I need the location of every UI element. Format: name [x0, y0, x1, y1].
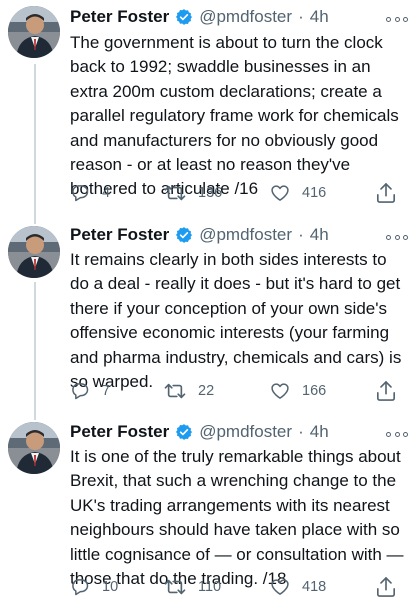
- share-button[interactable]: [376, 380, 396, 402]
- avatar-image: [8, 422, 60, 474]
- like-count: 166: [302, 383, 327, 399]
- tweet-thread: Peter Foster @pmdfoster · 4h The governm…: [0, 0, 416, 600]
- tweet-2[interactable]: Peter Foster @pmdfoster · 4h It remains …: [0, 220, 416, 405]
- reply-count: 7: [102, 383, 111, 399]
- avatar[interactable]: [8, 422, 60, 474]
- verified-badge-icon: [175, 423, 193, 441]
- tweet-timestamp[interactable]: 4h: [310, 7, 329, 27]
- author-name[interactable]: Peter Foster: [70, 225, 169, 245]
- retweet-button[interactable]: 136: [164, 183, 222, 203]
- author-handle[interactable]: @pmdfoster: [199, 7, 292, 27]
- tweet-3[interactable]: Peter Foster @pmdfoster · 4h It is one o…: [0, 414, 416, 600]
- like-count: 416: [302, 185, 327, 201]
- verified-badge-icon: [175, 226, 193, 244]
- retweet-count: 136: [198, 185, 223, 201]
- share-icon: [377, 577, 395, 597]
- avatar-image: [8, 6, 60, 58]
- retweet-count: 110: [198, 579, 222, 595]
- more-options-icon[interactable]: [386, 12, 408, 26]
- tweet-header: Peter Foster @pmdfoster · 4h: [70, 224, 406, 246]
- retweet-icon: [164, 579, 186, 595]
- like-button[interactable]: 418: [270, 577, 326, 597]
- retweet-icon: [164, 185, 186, 201]
- retweet-count: 22: [198, 383, 215, 399]
- tweet-actions: 4 136 416: [70, 182, 406, 204]
- tweet-actions: 7 22 166: [70, 380, 406, 402]
- verified-badge-icon: [175, 8, 193, 26]
- tweet-text: It is one of the truly remarkable things…: [70, 447, 404, 589]
- like-button[interactable]: 166: [270, 381, 326, 401]
- reply-icon: [72, 185, 89, 202]
- separator-dot: ·: [298, 7, 304, 26]
- author-name[interactable]: Peter Foster: [70, 422, 169, 442]
- retweet-icon: [164, 383, 186, 399]
- author-name[interactable]: Peter Foster: [70, 7, 169, 27]
- reply-icon: [72, 383, 89, 400]
- separator-dot: ·: [298, 225, 304, 244]
- author-handle[interactable]: @pmdfoster: [199, 225, 292, 245]
- like-count: 418: [302, 579, 327, 595]
- avatar-image: [8, 226, 60, 278]
- tweet-text: It remains clearly in both sides interes…: [70, 250, 402, 392]
- author-handle[interactable]: @pmdfoster: [199, 422, 292, 442]
- tweet-header: Peter Foster @pmdfoster · 4h: [70, 421, 406, 443]
- share-button[interactable]: [376, 182, 396, 204]
- reply-button[interactable]: 4: [70, 183, 110, 203]
- tweet-text: The government is about to turn the cloc…: [70, 33, 399, 199]
- heart-icon: [271, 579, 289, 595]
- heart-icon: [271, 185, 289, 201]
- reply-button[interactable]: 10: [70, 577, 118, 597]
- heart-icon: [271, 383, 289, 399]
- reply-icon: [72, 579, 89, 596]
- share-button[interactable]: [376, 576, 396, 598]
- reply-count: 4: [102, 185, 111, 201]
- tweet-header: Peter Foster @pmdfoster · 4h: [70, 6, 406, 28]
- reply-count: 10: [102, 579, 119, 595]
- share-icon: [377, 183, 395, 203]
- share-icon: [377, 381, 395, 401]
- reply-button[interactable]: 7: [70, 381, 110, 401]
- tweet-1[interactable]: Peter Foster @pmdfoster · 4h The governm…: [0, 0, 416, 210]
- tweet-timestamp[interactable]: 4h: [310, 225, 329, 245]
- avatar[interactable]: [8, 6, 60, 58]
- avatar[interactable]: [8, 226, 60, 278]
- like-button[interactable]: 416: [270, 183, 326, 203]
- tweet-timestamp[interactable]: 4h: [310, 422, 329, 442]
- retweet-button[interactable]: 110: [164, 577, 221, 597]
- more-options-icon[interactable]: [386, 427, 408, 441]
- retweet-button[interactable]: 22: [164, 381, 214, 401]
- separator-dot: ·: [298, 422, 304, 441]
- more-options-icon[interactable]: [386, 230, 408, 244]
- tweet-actions: 10 110 418: [70, 576, 406, 598]
